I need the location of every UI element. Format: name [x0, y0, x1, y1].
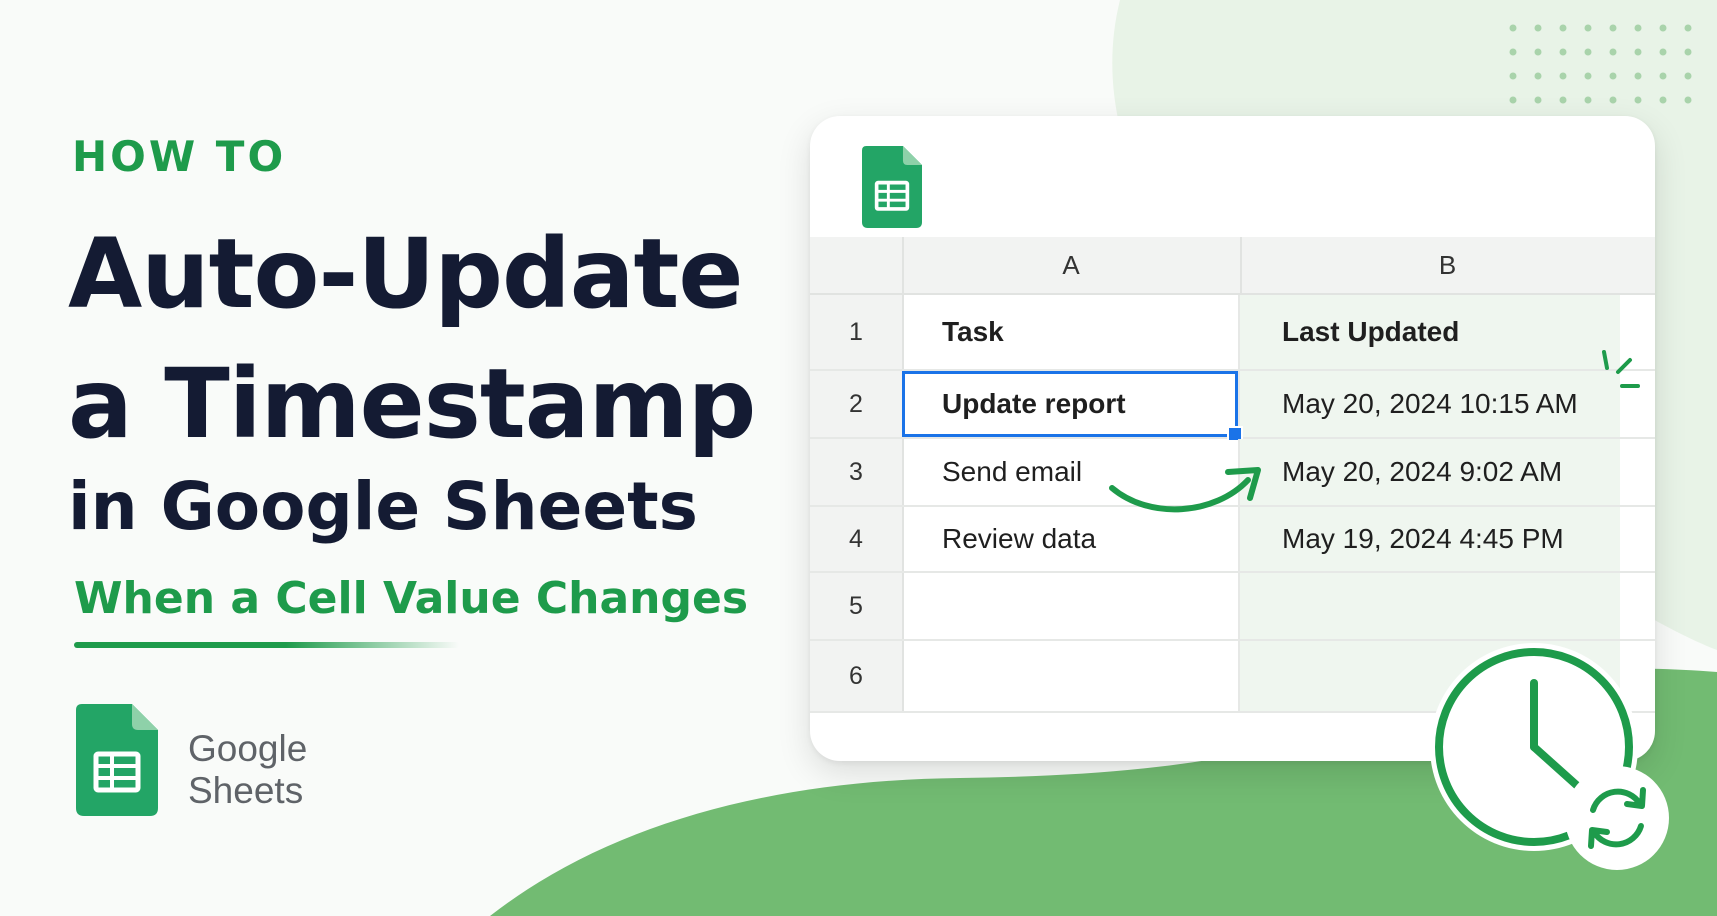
decor-dot — [1684, 24, 1692, 32]
row-number[interactable]: 5 — [810, 573, 904, 639]
title-line-3: in Google Sheets — [68, 468, 698, 545]
cell-b3[interactable]: May 20, 2024 9:02 AM — [1240, 439, 1620, 505]
table-row: 3 Send email May 20, 2024 9:02 AM — [810, 439, 1655, 507]
decor-dot — [1534, 96, 1542, 104]
decor-dot — [1659, 48, 1667, 56]
decor-dot — [1509, 48, 1517, 56]
column-header-b[interactable]: B — [1240, 237, 1655, 293]
decor-dot — [1659, 24, 1667, 32]
decor-dot — [1609, 24, 1617, 32]
title-line-2: a Timestamp — [68, 348, 756, 460]
table-row: 5 — [810, 573, 1655, 641]
decor-dot — [1559, 72, 1567, 80]
decor-dot — [1509, 72, 1517, 80]
corner-cell[interactable] — [810, 237, 904, 293]
row-number[interactable]: 3 — [810, 439, 904, 505]
spreadsheet-card: A B 1 Task Last Updated 2 Update report … — [810, 116, 1655, 761]
row-number[interactable]: 4 — [810, 507, 904, 571]
column-header-a[interactable]: A — [902, 237, 1242, 293]
brand-wordmark: Google Sheets — [188, 728, 307, 812]
title-line-1: Auto-Update — [68, 218, 743, 330]
decor-dot — [1509, 24, 1517, 32]
decor-dot — [1509, 96, 1517, 104]
decor-dot — [1684, 96, 1692, 104]
cell-b6[interactable] — [1240, 641, 1620, 711]
subtitle: When a Cell Value Changes — [74, 573, 749, 624]
row-number[interactable]: 2 — [810, 371, 904, 437]
cell-a5[interactable] — [902, 573, 1240, 639]
decor-dot — [1534, 72, 1542, 80]
table-row: 2 Update report May 20, 2024 10:15 AM — [810, 371, 1655, 442]
decor-dot — [1584, 24, 1592, 32]
decor-dot — [1534, 48, 1542, 56]
decor-dot — [1584, 48, 1592, 56]
decor-dot — [1559, 24, 1567, 32]
google-sheets-icon — [76, 704, 158, 816]
decor-dot — [1634, 72, 1642, 80]
google-sheets-icon — [862, 146, 922, 228]
row-number[interactable]: 6 — [810, 641, 904, 711]
cell-a3[interactable]: Send email — [902, 439, 1240, 505]
column-header-row: A B — [810, 237, 1655, 295]
decor-dot — [1584, 96, 1592, 104]
decor-dot — [1634, 96, 1642, 104]
cell-a1[interactable]: Task — [902, 295, 1240, 369]
cell-b5[interactable] — [1240, 573, 1620, 639]
decor-dot — [1559, 96, 1567, 104]
decor-dot — [1634, 24, 1642, 32]
decor-dot — [1534, 24, 1542, 32]
table-row: 1 Task Last Updated — [810, 295, 1655, 371]
brand-line-sheets: Sheets — [188, 770, 304, 811]
decor-dot — [1659, 96, 1667, 104]
brand-line-google: Google — [188, 728, 308, 769]
selected-cell-outline — [902, 371, 1243, 442]
table-row: 4 Review data May 19, 2024 4:45 PM — [810, 507, 1655, 573]
subtitle-underline — [74, 642, 459, 648]
decor-dot — [1659, 72, 1667, 80]
eyebrow-text: HOW TO — [72, 132, 287, 181]
row-number[interactable]: 1 — [810, 295, 904, 369]
decor-dot — [1559, 48, 1567, 56]
decor-dot — [1584, 72, 1592, 80]
decor-dot — [1609, 48, 1617, 56]
table-row: 6 — [810, 641, 1655, 713]
cell-a4[interactable]: Review data — [902, 507, 1240, 571]
cell-b4[interactable]: May 19, 2024 4:45 PM — [1240, 507, 1620, 571]
decor-dot — [1634, 48, 1642, 56]
cell-b1[interactable]: Last Updated — [1240, 295, 1620, 369]
decor-dot — [1684, 48, 1692, 56]
decor-dot — [1609, 96, 1617, 104]
cell-a6[interactable] — [902, 641, 1240, 711]
decor-dot — [1684, 72, 1692, 80]
cell-b2[interactable]: May 20, 2024 10:15 AM — [1240, 371, 1620, 437]
decor-dot — [1609, 72, 1617, 80]
